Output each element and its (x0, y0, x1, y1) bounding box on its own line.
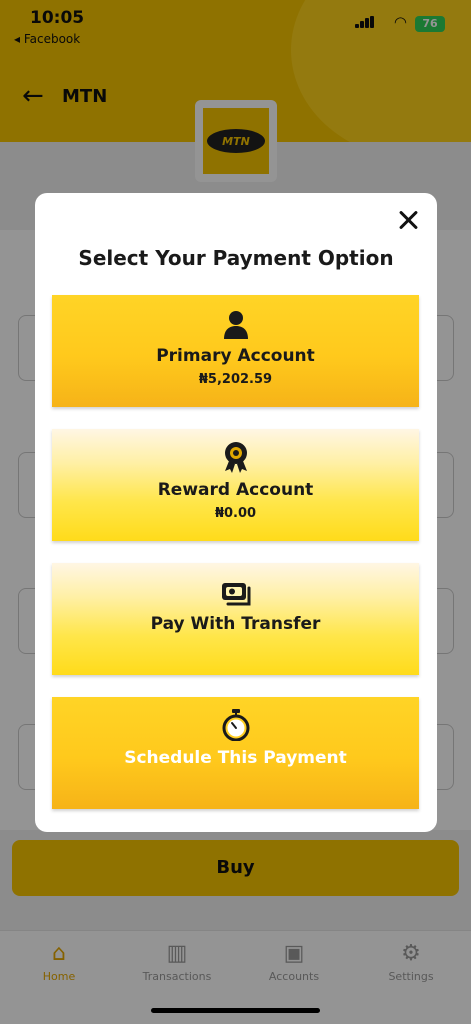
award-badge-icon (225, 442, 247, 473)
stopwatch-icon (222, 709, 250, 741)
modal-title: Select Your Payment Option (78, 246, 394, 270)
user-icon (224, 311, 248, 339)
primary-account-option[interactable]: Primary Account ₦5,202.59 (52, 295, 419, 407)
home-indicator (151, 1008, 320, 1013)
option-label: Reward Account (157, 480, 314, 500)
option-label: Primary Account (156, 346, 315, 366)
option-label: Pay With Transfer (150, 614, 321, 634)
schedule-payment-option[interactable]: Schedule This Payment (52, 697, 419, 809)
cash-transfer-icon (222, 583, 251, 606)
option-amount: ₦5,202.59 (198, 372, 273, 387)
reward-account-option[interactable]: Reward Account ₦0.00 (52, 429, 419, 541)
payment-option-modal: Select Your Payment Option Primary Accou… (35, 193, 437, 832)
close-icon[interactable] (397, 209, 419, 231)
pay-with-transfer-option[interactable]: Pay With Transfer (52, 563, 419, 675)
option-amount: ₦0.00 (214, 506, 257, 521)
option-label: Schedule This Payment (124, 748, 347, 768)
